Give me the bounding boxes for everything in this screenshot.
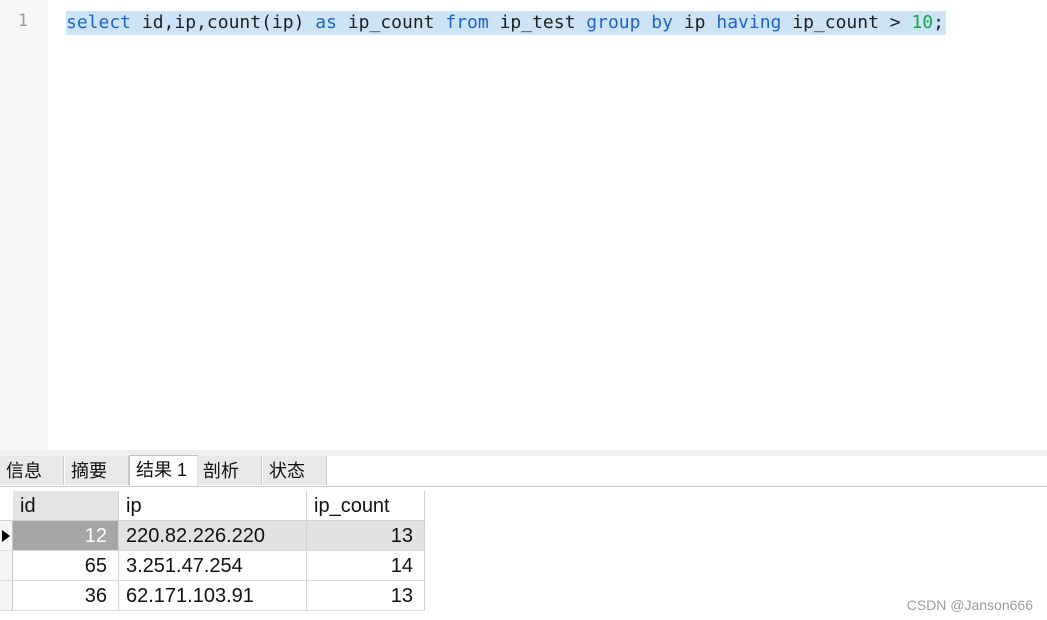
sql-token: id,ip,count(ip) bbox=[141, 12, 305, 33]
tab-label: 剖析 bbox=[203, 461, 239, 481]
sql-token: ip_count bbox=[347, 12, 435, 33]
sql-keyword: from bbox=[445, 12, 489, 33]
sql-keyword: group bbox=[586, 12, 641, 33]
row-selector[interactable] bbox=[0, 521, 13, 551]
sql-token: ip_count bbox=[792, 12, 879, 33]
tab-label: 信息 bbox=[6, 461, 42, 481]
cell-id[interactable]: 65 bbox=[13, 551, 119, 581]
cell-ip-count[interactable]: 13 bbox=[307, 521, 425, 551]
tab-profile[interactable]: 剖析 bbox=[197, 456, 262, 485]
tab-label: 状态 bbox=[269, 461, 305, 481]
tab-label: 结果 1 bbox=[136, 460, 188, 480]
sql-token: > bbox=[878, 12, 912, 33]
tab-label: 摘要 bbox=[71, 461, 107, 481]
cell-id[interactable]: 36 bbox=[13, 581, 119, 611]
line-number: 1 bbox=[17, 11, 29, 31]
tab-result-1[interactable]: 结果 1 bbox=[129, 455, 198, 486]
cell-ip-count[interactable]: 13 bbox=[307, 581, 425, 611]
result-tab-bar: 信息 摘要 结果 1 剖析 状态 bbox=[0, 455, 1047, 487]
cell-id[interactable]: 12 bbox=[13, 521, 119, 551]
sql-keyword: select bbox=[66, 12, 132, 33]
watermark: CSDN @Janson666 bbox=[906, 597, 1033, 613]
column-header-ip[interactable]: ip bbox=[119, 491, 307, 521]
cell-ip[interactable]: 3.251.47.254 bbox=[119, 551, 307, 581]
column-header-id[interactable]: id bbox=[13, 491, 119, 521]
tab-summary[interactable]: 摘要 bbox=[65, 456, 129, 485]
sql-keyword: as bbox=[315, 12, 337, 33]
current-row-arrow-icon bbox=[2, 530, 10, 542]
code-line[interactable]: select id,ip,count(ip) as ip_count from … bbox=[66, 11, 946, 35]
cell-ip[interactable]: 220.82.226.220 bbox=[119, 521, 307, 551]
sql-token: ip bbox=[683, 12, 706, 33]
sql-number: 10 bbox=[911, 12, 934, 33]
tab-status[interactable]: 状态 bbox=[263, 456, 327, 485]
cell-ip-count[interactable]: 14 bbox=[307, 551, 425, 581]
sql-token: ; bbox=[933, 12, 944, 33]
row-selector[interactable] bbox=[0, 581, 13, 611]
sql-keyword: having bbox=[716, 12, 782, 33]
cell-ip[interactable]: 62.171.103.91 bbox=[119, 581, 307, 611]
column-header-ip-count[interactable]: ip_count bbox=[307, 491, 425, 521]
tab-info[interactable]: 信息 bbox=[0, 456, 64, 485]
line-number-gutter: 1 bbox=[0, 0, 48, 450]
sql-token: ip_test bbox=[499, 12, 576, 33]
sql-editor[interactable]: 1 select id,ip,count(ip) as ip_count fro… bbox=[0, 0, 1047, 450]
row-selector[interactable] bbox=[0, 551, 13, 581]
row-header-corner bbox=[0, 491, 13, 521]
sql-keyword: by bbox=[651, 12, 673, 33]
